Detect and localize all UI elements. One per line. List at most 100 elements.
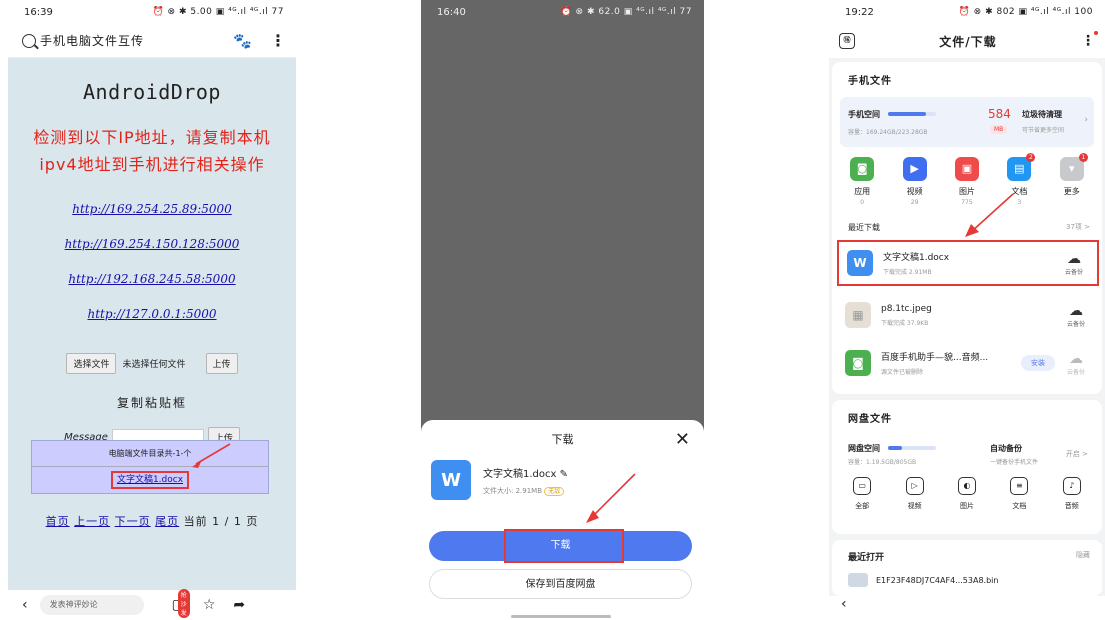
file-name: 文字文稿1.docx — [483, 468, 557, 480]
recent-open-item[interactable]: E1F23F48DJ7C4AF4...53A8.bin — [832, 563, 1102, 587]
header-title: 文件/下载 — [939, 34, 997, 49]
category-label: 更多 — [1063, 187, 1080, 196]
status-bar: 19:22 ⏰ ⊗ ✱ 802 ▣ ⁴ᴳ.ıl ⁴ᴳ.ıl 100 — [829, 0, 1105, 24]
cloud-upload-icon: ☁ — [1067, 250, 1081, 267]
search-title[interactable]: 手机电脑文件互传 — [40, 32, 233, 49]
category-apps[interactable]: ◙ 应用 0 — [842, 157, 882, 206]
file-link[interactable]: 文字文稿1.docx — [110, 471, 190, 489]
share-icon[interactable]: ➦ — [233, 597, 245, 613]
choose-file-button[interactable]: 选择文件 — [66, 353, 117, 374]
word-file-icon: W — [847, 250, 873, 276]
category-count: 0 — [860, 199, 865, 206]
comment-input[interactable]: 发表神评妙论 — [39, 595, 144, 615]
auto-backup-sub: 一键备份手机文件 — [990, 459, 1039, 466]
paw-icon[interactable]: 🐾 — [233, 32, 252, 50]
auto-backup-toggle[interactable]: 开启 > — [1066, 449, 1088, 459]
back-icon[interactable]: ‹ — [22, 597, 28, 613]
cloud-backup-button[interactable]: ☁ 云备份 — [1061, 351, 1091, 376]
junk-label: 垃圾待清理 — [1022, 110, 1062, 119]
item-sub: 源文件已被删除 — [881, 369, 924, 376]
more-menu-icon[interactable]: ⋮ — [270, 31, 286, 50]
cloud-backup-button[interactable]: ☁ 云备份 — [1061, 303, 1091, 328]
recent-downloads-header: 最近下载 37项 > — [832, 206, 1102, 233]
category-label: 图片 — [958, 187, 975, 196]
edit-icon[interactable]: ✎ — [560, 469, 568, 480]
folder-icon: ▭ — [853, 477, 872, 495]
pager-prev[interactable]: 上一页 — [74, 515, 110, 528]
hide-link[interactable]: 隐藏 — [1076, 550, 1090, 563]
pan-bar — [888, 446, 936, 450]
android-icon: ◙ — [850, 157, 875, 181]
pager-first[interactable]: 首页 — [46, 515, 70, 528]
cloud-upload-icon: ☁ — [1069, 302, 1083, 319]
recent-more-link[interactable]: 37项 > — [1066, 222, 1090, 233]
category-images[interactable]: ▣ 图片 775 — [947, 157, 987, 206]
status-time: 19:22 — [845, 6, 874, 18]
more-menu-icon[interactable]: ⋮ — [1081, 31, 1098, 49]
open-file-name: E1F23F48DJ7C4AF4...53A8.bin — [876, 575, 999, 585]
category-more[interactable]: ▾ 1 更多 — [1052, 153, 1092, 206]
pager-last[interactable]: 尾页 — [155, 515, 179, 528]
pan-docs[interactable]: ≡ 文档 — [999, 477, 1039, 511]
category-video[interactable]: ▶ 视频 29 — [895, 157, 935, 206]
recent-open-card: 最近打开 隐藏 E1F23F48DJ7C4AF4...53A8.bin — [832, 540, 1102, 596]
category-docs[interactable]: ▤ 2 文档 3 — [999, 153, 1039, 206]
pan-audio[interactable]: ♪ 音频 — [1052, 477, 1092, 511]
pan-video[interactable]: ▷ 视频 — [895, 477, 935, 511]
search-icon[interactable] — [22, 33, 36, 48]
recent-item-docx[interactable]: W 文字文稿1.docx 下载完成 2.91MB ☁ 云备份 — [837, 240, 1099, 286]
status-icons: ⏰ ⊗ ✱ 5.00 ▣ ⁴ᴳ.ıl ⁴ᴳ.ıl 77 — [152, 7, 284, 17]
image-icon: ◐ — [957, 477, 976, 495]
comment-icon[interactable]: ▢抢沙发 — [172, 589, 190, 618]
no-file-label: 未选择任何文件 — [122, 360, 186, 370]
app-logo-icon[interactable]: ⑯ — [839, 33, 855, 49]
file-info: W 文字文稿1.docx ✎ 文件大小: 2.91MB 无敌 — [421, 460, 704, 500]
upload-button[interactable]: 上传 — [205, 353, 238, 374]
item-name: 文字文稿1.docx — [883, 253, 950, 263]
star-icon[interactable]: ☆ — [203, 597, 216, 613]
phone-3-file-manager: 19:22 ⏰ ⊗ ✱ 802 ▣ ⁴ᴳ.ıl ⁴ᴳ.ıl 100 ⑯ 文件/下… — [829, 0, 1105, 620]
status-time: 16:39 — [24, 6, 53, 18]
pager-next[interactable]: 下一页 — [115, 515, 151, 528]
storage-label: 手机空间 — [848, 110, 880, 119]
item-name: 百度手机助手—貌...音频... — [881, 353, 989, 363]
pan-storage-panel[interactable]: 网盘空间 容量：1.19.5GB/805GB 自动备份 一键备份手机文件 开启 … — [840, 431, 1094, 467]
file-upload-row: 选择文件 未选择任何文件 上传 — [8, 353, 296, 374]
search-bar[interactable]: 手机电脑文件互传 🐾 ⋮ — [8, 24, 296, 58]
category-label: 应用 — [854, 187, 871, 196]
nav-bar: ‹ — [829, 596, 1105, 620]
install-button[interactable]: 安装 — [1021, 355, 1055, 371]
tool-label: 全部 — [855, 502, 870, 510]
tool-label: 视频 — [907, 502, 922, 510]
document-icon: ≡ — [1010, 477, 1029, 495]
recent-item-jpeg[interactable]: ▦ p8.1tc.jpeg 下载完成 37.9KB ☁ 云备份 — [837, 292, 1099, 338]
comment-badge: 抢沙发 — [177, 589, 190, 618]
download-sheet: 下载 ✕ W 文字文稿1.docx ✎ 文件大小: 2.91MB 无敌 下载 保… — [421, 420, 704, 620]
ip-link-3[interactable]: http://192.168.245.58:5000 — [8, 272, 296, 286]
cloud-backup-button[interactable]: ☁ 云备份 — [1059, 251, 1089, 276]
ip-link-2[interactable]: http://169.254.150.128:5000 — [8, 237, 296, 251]
pager: 首页 上一页 下一页 尾页 当前 1 / 1 页 — [8, 513, 296, 529]
size-tag: 无敌 — [544, 486, 565, 496]
pan-images[interactable]: ◐ 图片 — [947, 477, 987, 511]
section-title: 网盘文件 — [848, 414, 892, 425]
close-icon[interactable]: ✕ — [675, 420, 690, 460]
page-title: AndroidDrop — [83, 80, 221, 104]
status-bar: 16:40 ⏰ ⊗ ✱ 62.0 ▣ ⁴ᴳ.ıl ⁴ᴳ.ıl 77 — [421, 0, 704, 24]
recent-open-header: 最近打开 隐藏 — [832, 540, 1102, 563]
web-page: AndroidDrop 检测到以下IP地址，请复制本机ipv4地址到手机进行相关… — [8, 58, 296, 590]
storage-bar — [888, 112, 936, 116]
home-indicator — [511, 615, 611, 618]
app-header: ⑯ 文件/下载 ⋮ — [829, 24, 1105, 58]
pan-all[interactable]: ▭ 全部 — [842, 477, 882, 511]
storage-panel[interactable]: 手机空间 容量：169.24GB/223.28GB 584 MB 垃圾待清理 可… — [840, 97, 1094, 147]
save-to-pan-button[interactable]: 保存到百度网盘 — [429, 569, 692, 599]
recent-item-apk[interactable]: ◙ 百度手机助手—貌...音频... 源文件已被删除 安装 ☁ 云备份 — [837, 340, 1099, 386]
ip-link-1[interactable]: http://169.254.25.89:5000 — [8, 202, 296, 216]
back-icon[interactable]: ‹ — [841, 596, 847, 612]
word-file-icon: W — [431, 460, 471, 500]
download-button[interactable]: 下载 — [429, 529, 692, 563]
ip-link-4[interactable]: http://127.0.0.1:5000 — [8, 307, 296, 321]
ip-warning: 检测到以下IP地址，请复制本机ipv4地址到手机进行相关操作 — [33, 128, 271, 174]
cloud-upload-icon: ☁ — [1069, 350, 1083, 367]
